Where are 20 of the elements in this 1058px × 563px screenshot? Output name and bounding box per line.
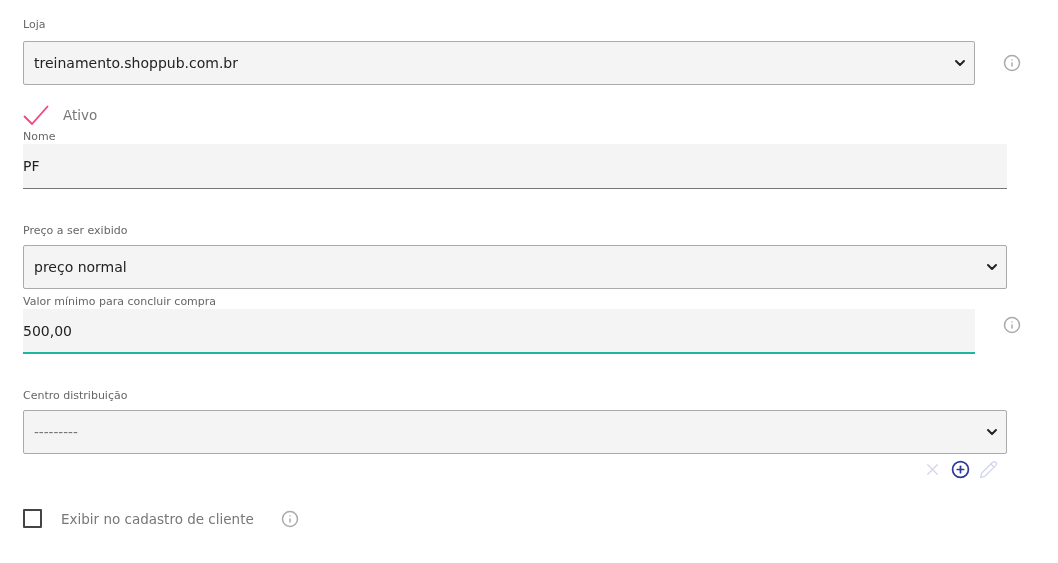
plus-circle-icon <box>951 460 970 479</box>
signup-checkbox[interactable] <box>23 509 42 528</box>
min-value-input[interactable]: 500,00 <box>23 309 975 354</box>
price-select[interactable]: preço normal <box>23 245 1007 289</box>
checkbox-label: Exibir no cadastro de cliente <box>61 510 254 527</box>
active-checkbox[interactable] <box>23 105 49 125</box>
info-icon[interactable] <box>280 509 299 528</box>
field-label: Preço a ser exibido <box>23 224 129 238</box>
checkbox-label: Ativo <box>63 107 98 123</box>
field-label: Valor mínimo para concluir compra <box>23 295 218 309</box>
info-icon[interactable] <box>1003 315 1021 334</box>
pencil-icon <box>979 460 998 479</box>
distribution-select[interactable]: --------- <box>23 410 1007 454</box>
info-icon[interactable] <box>1003 54 1021 72</box>
field-label: Loja <box>23 18 47 32</box>
add-button[interactable] <box>951 460 970 479</box>
name-input[interactable]: PF <box>23 144 1007 189</box>
field-label: Centro distribuição <box>23 389 129 403</box>
store-select[interactable]: treinamento.shoppub.com.br <box>23 41 975 85</box>
field-label: Nome <box>23 130 57 144</box>
